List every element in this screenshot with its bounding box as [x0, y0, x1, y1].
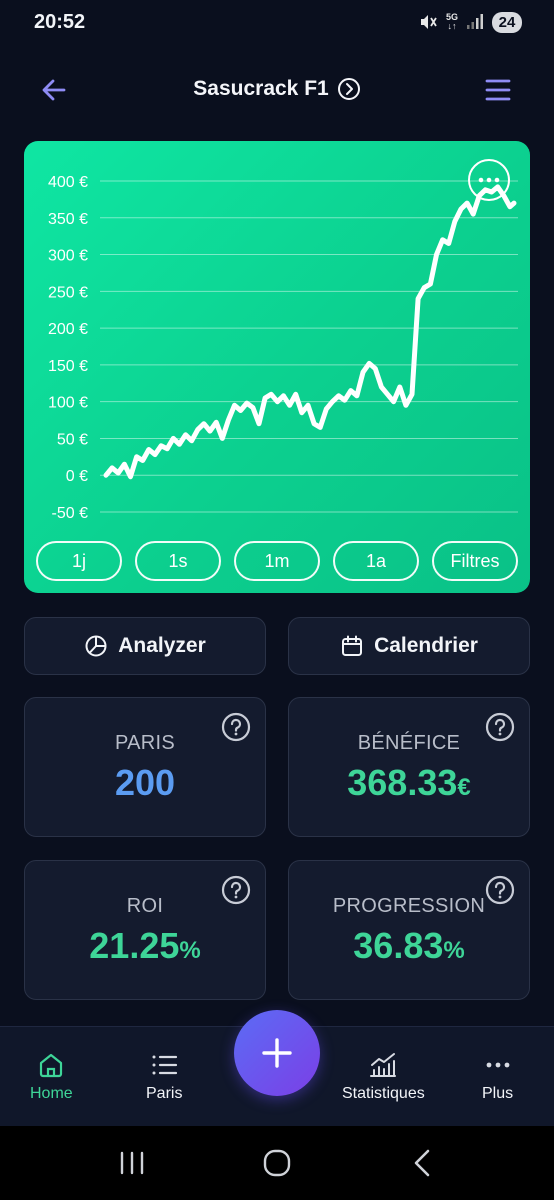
nav-item-home[interactable]: Home: [30, 1051, 73, 1103]
pie-chart-icon: [85, 635, 107, 657]
y-tick-label: -50 €: [52, 505, 89, 522]
filters-button[interactable]: Filtres: [432, 541, 518, 581]
status-bar: 20:52 5G ↓↑ 24: [0, 0, 554, 44]
signal-icon: [467, 14, 483, 29]
more-horizontal-icon: [486, 1062, 509, 1068]
stat-value: 200: [114, 762, 176, 803]
stat-label: BÉNÉFICE: [357, 732, 461, 754]
stat-label: ROI: [126, 895, 164, 917]
chart-more-button[interactable]: [468, 159, 510, 201]
stat-value: 21.25%: [89, 925, 201, 966]
nav-label: Plus: [482, 1085, 514, 1102]
y-tick-label: 300 €: [48, 248, 88, 265]
home-system-button[interactable]: [257, 1143, 297, 1183]
range-button-1j[interactable]: 1j: [36, 541, 122, 581]
mute-icon: [420, 15, 437, 29]
hamburger-menu-icon: [485, 79, 511, 101]
y-tick-label: 400 €: [48, 174, 88, 191]
calendar-icon: [342, 635, 363, 656]
home-icon: [40, 1053, 63, 1078]
back-arrow-icon: [42, 79, 66, 101]
nav-label: Paris: [146, 1085, 183, 1102]
plus-icon: [262, 1038, 292, 1068]
y-tick-label: 250 €: [48, 284, 88, 301]
recent-apps-button[interactable]: [112, 1143, 152, 1183]
stat-label: PARIS: [114, 732, 176, 754]
stat-card-progression: PROGRESSION 36.83%: [288, 860, 530, 1000]
stat-card-benefice: BÉNÉFICE 368.33€: [288, 697, 530, 837]
stat-card-paris: PARIS 200: [24, 697, 266, 837]
network-arrows-icon: 5G ↓↑: [445, 12, 458, 31]
y-tick-label: 100 €: [48, 395, 88, 412]
balance-chart-card: 400 € 350 € 300 € 250 € 200 € 150 € 100 € 50 € 0…: [24, 141, 530, 593]
stat-value: 36.83%: [353, 925, 465, 966]
stat-label: PROGRESSION: [332, 895, 486, 917]
y-tick-label: 350 €: [48, 211, 88, 228]
range-button-1a[interactable]: 1a: [333, 541, 419, 581]
status-time: 20:52: [34, 10, 86, 33]
more-horizontal-icon: [478, 177, 500, 183]
calendar-button[interactable]: Calendrier: [288, 617, 530, 675]
page-title: Sasucrack F1: [193, 77, 329, 100]
nav-item-paris[interactable]: Paris: [146, 1051, 182, 1103]
analyzer-label: Analyzer: [118, 634, 206, 657]
analyzer-button[interactable]: Analyzer: [24, 617, 266, 675]
nav-item-plus[interactable]: Plus: [482, 1051, 513, 1103]
chevron-right-circle-icon: [337, 78, 360, 100]
nav-item-statistiques[interactable]: Statistiques: [342, 1051, 425, 1103]
stats-chart-icon: [370, 1053, 397, 1077]
y-tick-label: 200 €: [48, 321, 88, 338]
home-circle-icon: [263, 1149, 291, 1177]
y-tick-label: 150 €: [48, 358, 88, 375]
y-tick-label: 0 €: [66, 468, 88, 485]
system-back-button[interactable]: [402, 1143, 442, 1183]
chevron-left-icon: [414, 1149, 429, 1177]
status-icons: 5G ↓↑ 24: [418, 11, 522, 33]
calendar-label: Calendrier: [374, 634, 478, 657]
add-bet-button[interactable]: [234, 1010, 320, 1096]
range-button-1m[interactable]: 1m: [234, 541, 320, 581]
y-tick-label: 50 €: [57, 431, 88, 448]
list-icon: [152, 1055, 178, 1075]
system-navigation-bar: [0, 1126, 554, 1200]
nav-label: Statistiques: [342, 1085, 425, 1102]
balance-line-chart: 400 € 350 € 300 € 250 € 200 € 150 € 100 € 50 € 0…: [48, 174, 518, 522]
balance-series-line: [103, 184, 517, 480]
nav-label: Home: [30, 1085, 73, 1102]
stat-card-roi: ROI 21.25%: [24, 860, 266, 1000]
recent-apps-icon: [121, 1151, 144, 1175]
battery-indicator: 24: [492, 11, 522, 33]
back-button[interactable]: [38, 74, 70, 106]
stat-value: 368.33€: [347, 762, 471, 803]
time-range-selector: 1j 1s 1m 1a Filtres: [36, 541, 518, 581]
title-button[interactable]: Sasucrack F1: [193, 77, 360, 101]
menu-button[interactable]: [482, 74, 514, 106]
app-header: Sasucrack F1: [0, 60, 554, 118]
range-button-1s[interactable]: 1s: [135, 541, 221, 581]
